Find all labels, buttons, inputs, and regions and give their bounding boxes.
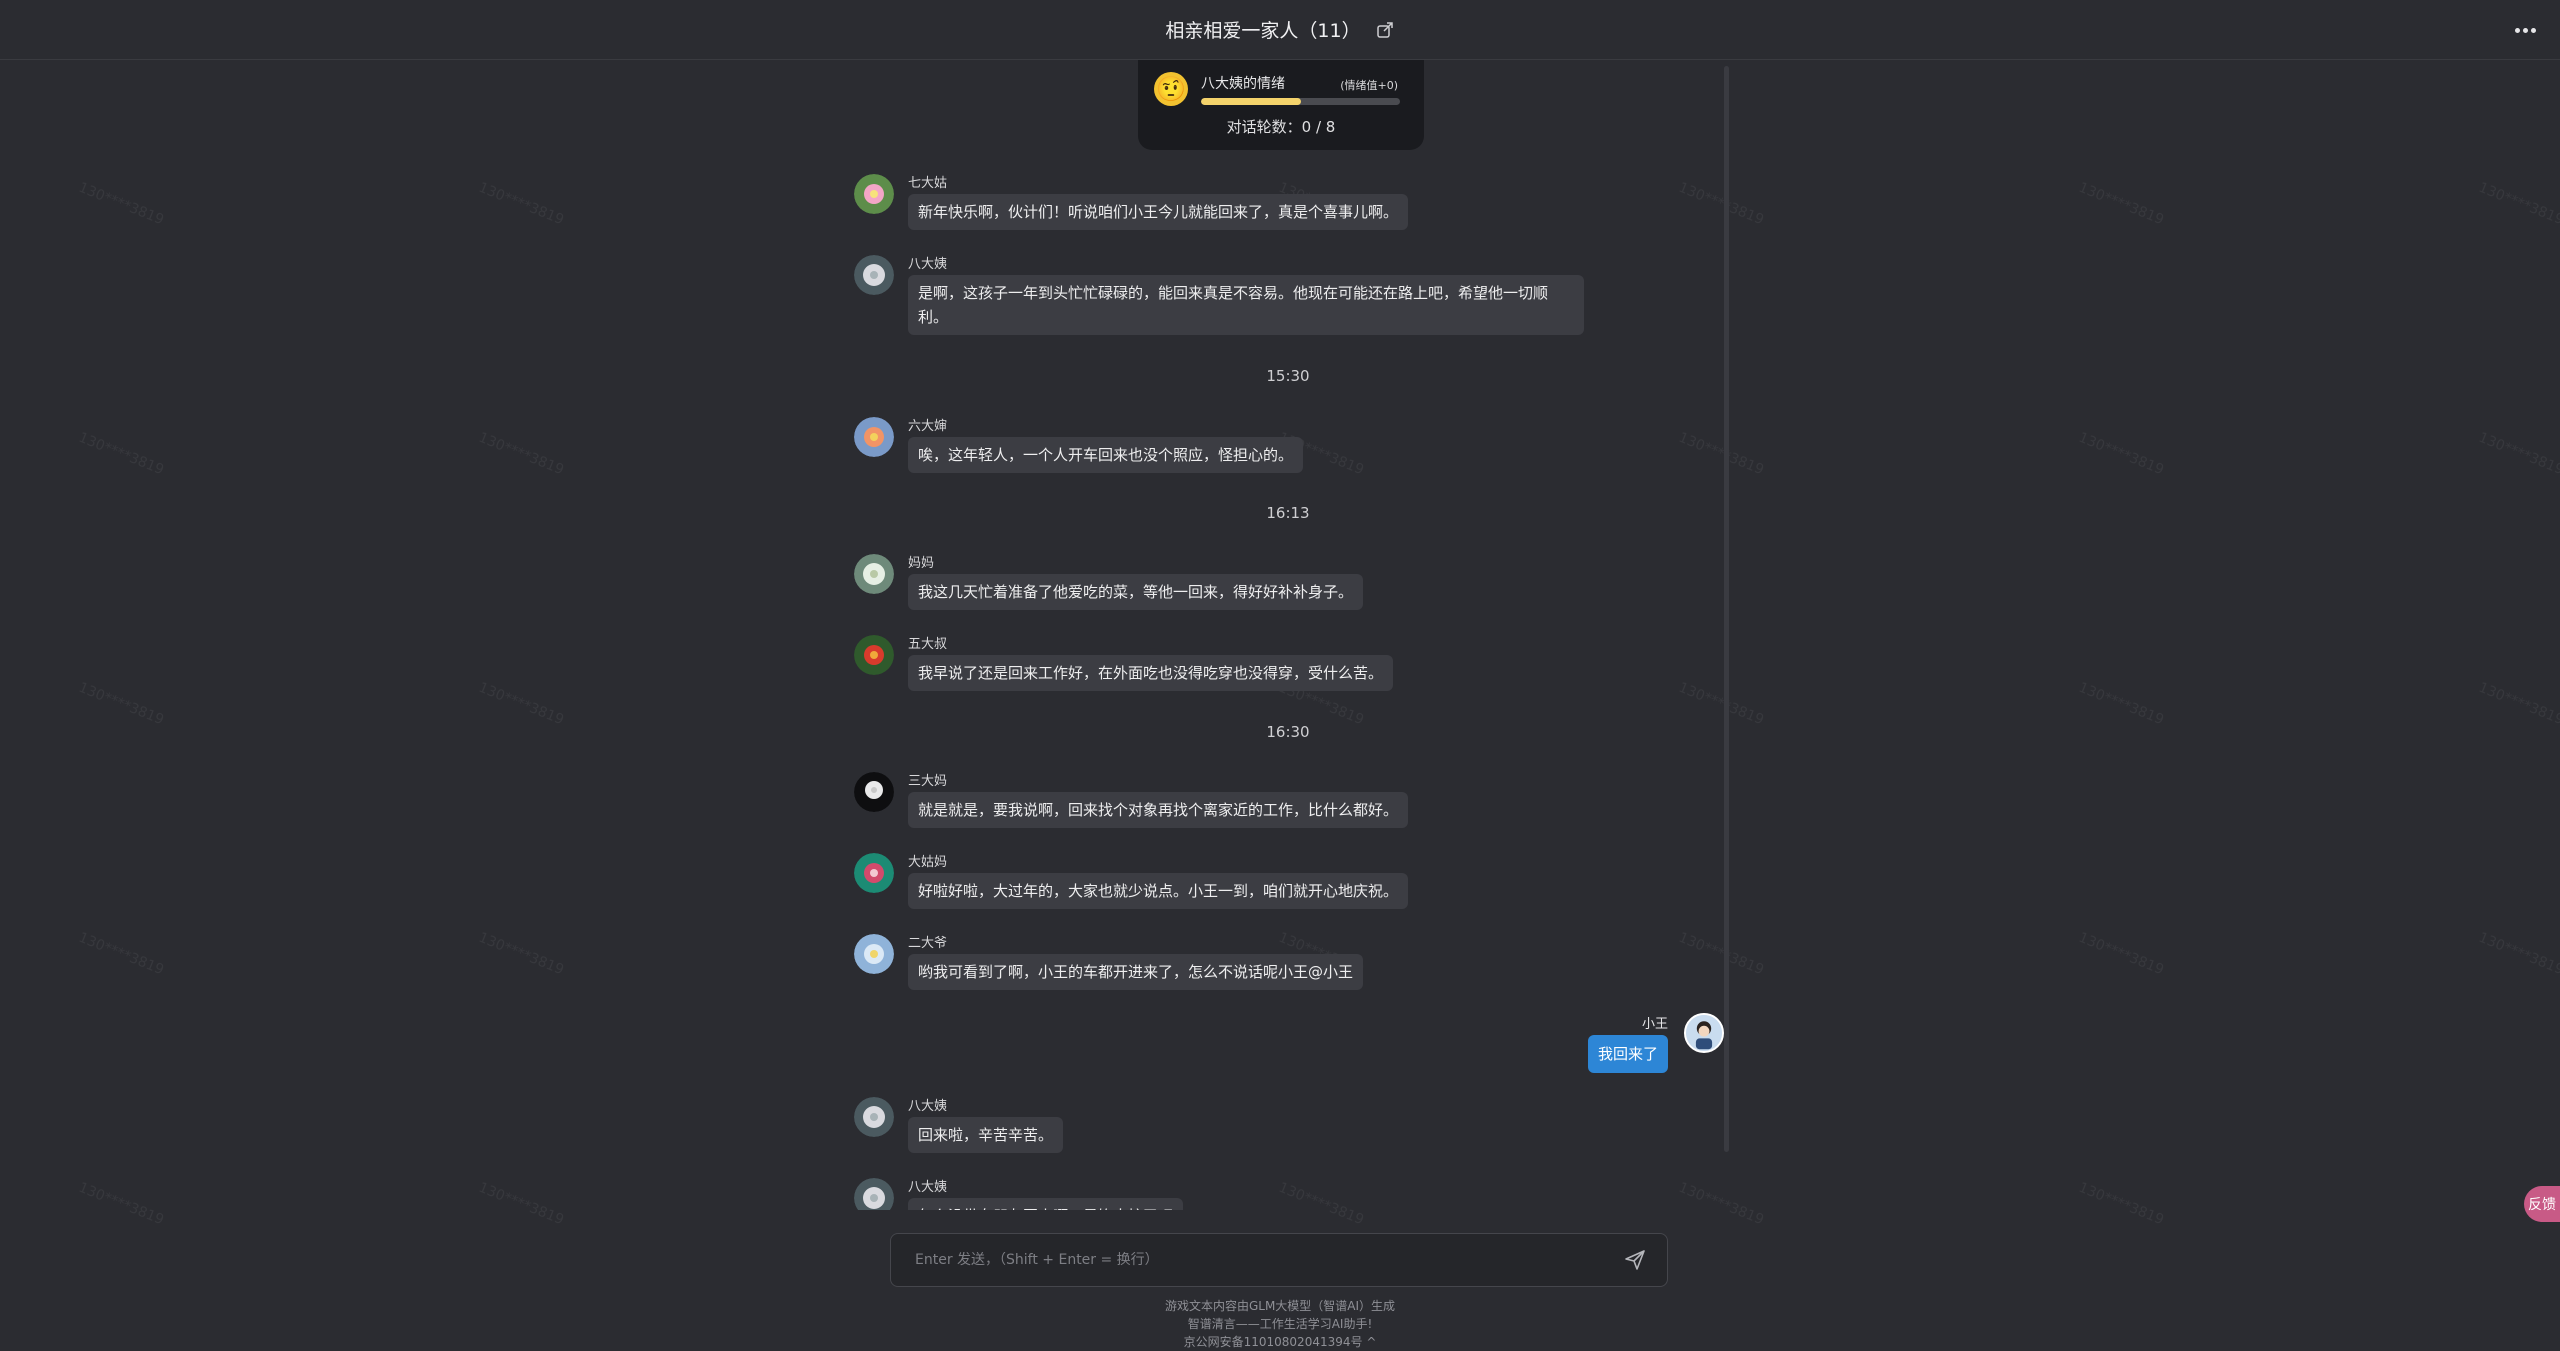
mood-progress-fill: [1201, 98, 1301, 105]
sender-name: 七大姑: [908, 176, 948, 191]
chat-scrollbar[interactable]: [1724, 66, 1729, 1152]
self-avatar[interactable]: [1684, 1013, 1724, 1053]
message-input-box: [890, 1233, 1668, 1287]
mood-card: 🤨 八大姨的情绪 (情绪值+0) 对话轮数：0 / 8: [1138, 60, 1424, 150]
message-bubble: 新年快乐啊，伙计们！听说咱们小王今儿就能回来了，真是个喜事儿啊。: [908, 194, 1409, 230]
message-bubble: 是啊，这孩子一年到头忙忙碌碌的，能回来真是不容易。他现在可能还在路上吧，希望他一…: [908, 275, 1584, 335]
sender-name: 八大姨: [908, 1099, 948, 1114]
sender-name: 二大爷: [908, 936, 948, 951]
watermark: 130****3819: [2476, 929, 2560, 979]
watermark: 130****3819: [2476, 429, 2560, 479]
chat-message: 二大爷 哟我可看到了啊，小王的车都开进来了，怎么不说话呢小王@小王: [854, 932, 1454, 1002]
footer-credit: 游戏文本内容由GLM大模型（智谱AI）生成: [1164, 1299, 1396, 1313]
share-icon[interactable]: [1375, 20, 1395, 40]
time-divider: 16:30: [1266, 723, 1310, 741]
footer: 游戏文本内容由GLM大模型（智谱AI）生成 智谱清言——工作生活学习AI助手! …: [0, 1297, 2560, 1351]
watermark: 130****3819: [76, 179, 167, 229]
avatar[interactable]: [854, 1097, 894, 1137]
message-bubble: 好啦好啦，大过年的，大家也就少说点。小王一到，咱们就开心地庆祝。: [908, 873, 1409, 909]
mood-value-label: (情绪值+0): [1340, 79, 1398, 92]
sender-name: 大姑妈: [908, 855, 948, 870]
sender-name: 三大妈: [908, 774, 948, 789]
chat-header: 相亲相爱一家人（11）: [0, 0, 2560, 60]
chevron-up-icon[interactable]: ^: [1366, 1335, 1376, 1349]
page-title: 相亲相爱一家人（11）: [1165, 20, 1361, 42]
avatar[interactable]: [854, 417, 894, 457]
chat-message: 八大姨 回来啦，辛苦辛苦。: [854, 1095, 1454, 1165]
chat-message: 三大妈 就是就是，要我说啊，回来找个对象再找个离家近的工作，比什么都好。: [854, 770, 1454, 840]
avatar[interactable]: [854, 635, 894, 675]
watermark: 130****3819: [76, 679, 167, 729]
message-bubble: 怎么没带女朋友回来啊，是饰太忙了吧: [908, 1198, 1184, 1210]
time-divider: 16:13: [1266, 504, 1310, 522]
sender-name: 妈妈: [908, 556, 935, 571]
avatar[interactable]: [854, 1178, 894, 1210]
chat-message: 妈妈 我这几天忙着准备了他爱吃的菜，等他一回来，得好好补补身子。: [854, 552, 1454, 622]
footer-icp-text[interactable]: 京公网安备11010802041394号: [1184, 1335, 1363, 1349]
avatar[interactable]: [854, 853, 894, 893]
chat-message: 八大姨 怎么没带女朋友回来啊，是饰太忙了吧: [854, 1176, 1454, 1210]
avatar[interactable]: [854, 554, 894, 594]
message-bubble: 我这几天忙着准备了他爱吃的菜，等他一回来，得好好补补身子。: [908, 574, 1364, 610]
avatar[interactable]: [854, 934, 894, 974]
mood-emoji: 🤨: [1154, 72, 1188, 106]
watermark: 130****3819: [76, 929, 167, 979]
self-message: 小王 我回来了: [1424, 1013, 1724, 1077]
watermark: 130****3819: [2076, 929, 2167, 979]
header-title-group: 相亲相爱一家人（11）: [1165, 16, 1394, 43]
message-bubble: 唉，这年轻人，一个人开车回来也没个照应，怪担心的。: [908, 437, 1304, 473]
avatar[interactable]: [854, 174, 894, 214]
more-icon[interactable]: [2512, 18, 2538, 42]
message-bubble: 就是就是，要我说啊，回来找个对象再找个离家近的工作，比什么都好。: [908, 792, 1409, 828]
footer-link[interactable]: 智谱清言——工作生活学习AI助手!: [0, 1315, 2560, 1333]
avatar[interactable]: [854, 772, 894, 812]
watermark: 130****3819: [76, 1179, 167, 1229]
chat-message: 七大姑 新年快乐啊，伙计们！听说咱们小王今儿就能回来了，真是个喜事儿啊。: [854, 172, 1454, 242]
avatar[interactable]: [854, 255, 894, 295]
mood-character-label: 八大姨的情绪: [1201, 76, 1285, 92]
watermark: 130****3819: [476, 929, 567, 979]
self-message-bubble: 我回来了: [1587, 1035, 1668, 1073]
sender-name: 八大姨: [908, 257, 948, 272]
chat-message: 六大婶 唉，这年轻人，一个人开车回来也没个照应，怪担心的。: [854, 415, 1454, 485]
mood-progress-bar: [1201, 98, 1400, 105]
app-root: 130****3819 130****3819 130****3819 130*…: [0, 0, 2560, 1351]
self-sender-name: 小王: [1641, 1017, 1668, 1032]
time-divider: 15:30: [1266, 367, 1310, 385]
watermark: 130****3819: [476, 679, 567, 729]
watermark: 130****3819: [76, 429, 167, 479]
watermark: 130****3819: [476, 429, 567, 479]
chat-message: 五大叔 我早说了还是回来工作好，在外面吃也没得吃穿也没得穿，受什么苦。: [854, 633, 1454, 703]
watermark: 130****3819: [2076, 429, 2167, 479]
watermark: 130****3819: [476, 1179, 567, 1229]
message-input[interactable]: [915, 1252, 1623, 1268]
message-bubble: 回来啦，辛苦辛苦。: [908, 1117, 1064, 1153]
footer-icp: 京公网安备11010802041394号 ^: [0, 1333, 2560, 1351]
dialogue-rounds: 对话轮数：0 / 8: [1226, 118, 1336, 136]
send-icon[interactable]: [1623, 1248, 1647, 1272]
watermark: 130****3819: [2076, 179, 2167, 229]
watermark: 130****3819: [476, 179, 567, 229]
watermark: 130****3819: [2476, 679, 2560, 729]
message-bubble: 哟我可看到了啊，小王的车都开进来了，怎么不说话呢小王@小王: [908, 954, 1364, 990]
feedback-tab[interactable]: 反馈: [2524, 1186, 2560, 1222]
watermark: 130****3819: [2076, 1179, 2167, 1229]
message-bubble: 我早说了还是回来工作好，在外面吃也没得吃穿也没得穿，受什么苦。: [908, 655, 1394, 691]
sender-name: 五大叔: [908, 637, 948, 652]
sender-name: 八大姨: [908, 1180, 948, 1195]
chat-message: 八大姨 是啊，这孩子一年到头忙忙碌碌的，能回来真是不容易。他现在可能还在路上吧，…: [854, 253, 1594, 343]
chat-message: 大姑妈 好啦好啦，大过年的，大家也就少说点。小王一到，咱们就开心地庆祝。: [854, 851, 1454, 921]
chat-scroll-area[interactable]: 🤨 八大姨的情绪 (情绪值+0) 对话轮数：0 / 8 七大姑 新年快乐啊，伙计…: [848, 60, 1728, 1210]
watermark: 130****3819: [2476, 179, 2560, 229]
sender-name: 六大婶: [908, 419, 948, 434]
watermark: 130****3819: [2076, 679, 2167, 729]
